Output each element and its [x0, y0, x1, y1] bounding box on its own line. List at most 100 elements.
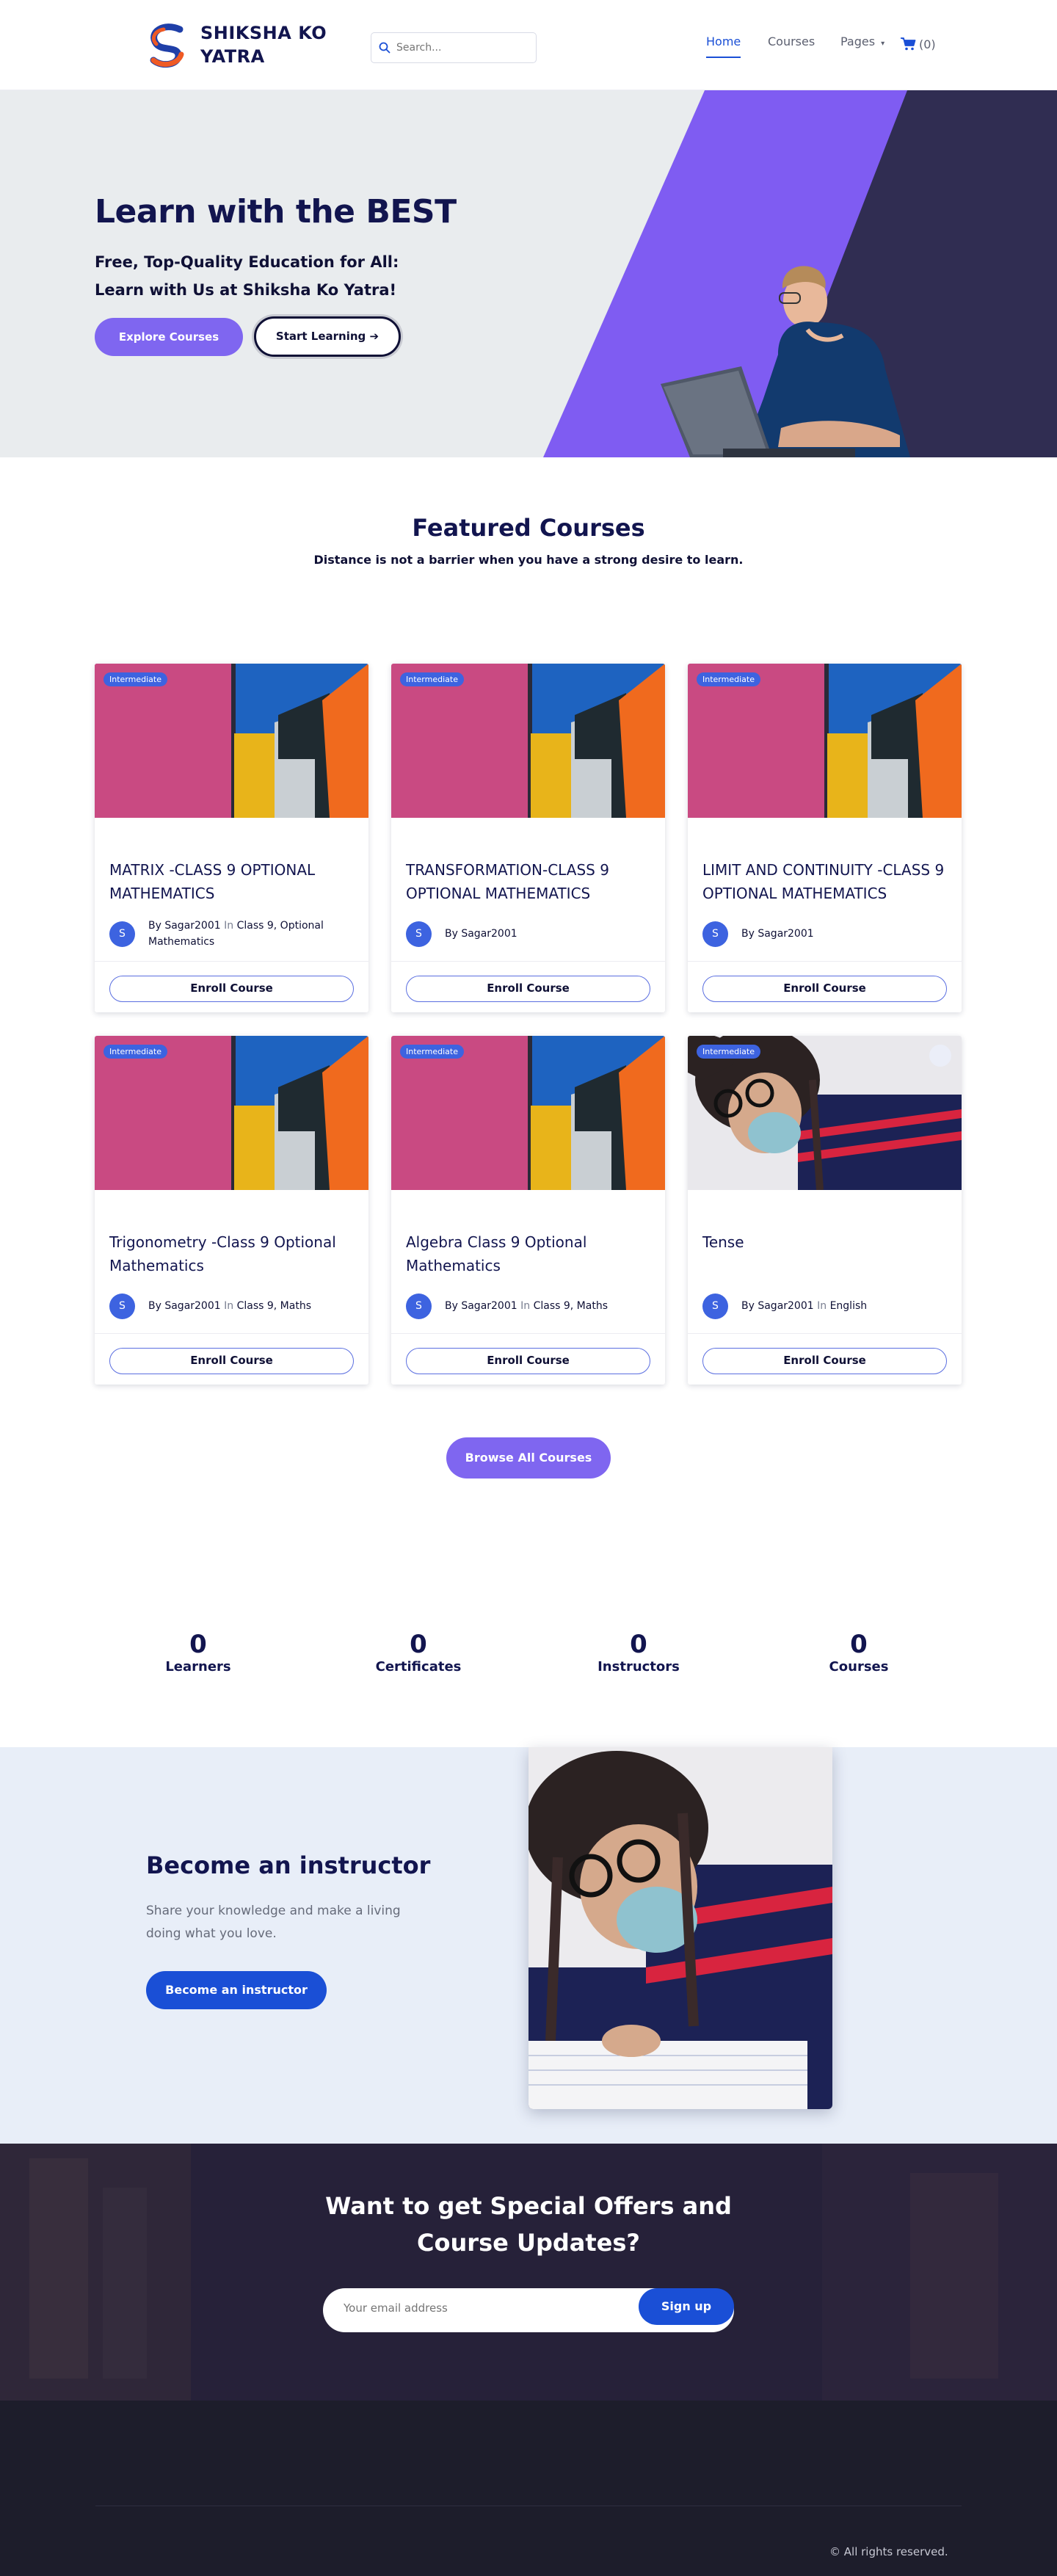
course-thumbnail[interactable]: Intermediate [688, 1036, 962, 1190]
course-thumbnail[interactable]: Intermediate [95, 1036, 368, 1190]
featured-subtitle: Distance is not a barrier when you have … [313, 553, 744, 567]
nav-pages[interactable]: Pages ▾ [840, 35, 885, 54]
avatar: S [109, 921, 135, 947]
course-thumbnail-image [688, 664, 962, 818]
start-learning-button[interactable]: Start Learning ➔ [254, 316, 401, 357]
course-author: S By Sagar2001 [406, 918, 655, 950]
course-author: S By Sagar2001 In English [702, 1290, 952, 1322]
wishlist-icon[interactable] [929, 1045, 951, 1067]
search-icon [379, 42, 391, 54]
level-badge: Intermediate [400, 1045, 464, 1059]
instructor-text: Share your knowledge and make a living d… [146, 1904, 401, 1941]
stat-certificates: 0 Certificates [345, 1628, 492, 1675]
course-card[interactable]: Intermediate MATRIX -CLASS 9 OPTIONAL MA… [95, 664, 368, 1012]
cart-count: (0) [919, 37, 936, 51]
logo-icon [143, 21, 192, 69]
course-card[interactable]: Intermediate TRANSFORMATION-CLASS 9 OPTI… [391, 664, 665, 1012]
become-instructor-button[interactable]: Become an instructor [146, 1971, 327, 2009]
author-in: In [224, 920, 234, 932]
nav-pages-label: Pages [840, 35, 876, 48]
author-name[interactable]: By Sagar2001 [445, 928, 517, 940]
site-footer: © All rights reserved. [0, 2401, 1057, 2576]
author-name[interactable]: By Sagar2001 [741, 1300, 814, 1312]
author-line: By Sagar2001 In Class 9, Maths [148, 1298, 311, 1314]
instructor-image [528, 1747, 832, 2109]
stat-value: 0 [630, 1630, 647, 1659]
divider [95, 961, 368, 962]
avatar: S [406, 1293, 432, 1319]
course-title[interactable]: Trigonometry -Class 9 Optional Mathemati… [109, 1230, 352, 1277]
hero-section: Learn with the BEST Free, Top-Quality Ed… [0, 90, 1057, 457]
search-box[interactable] [371, 32, 537, 63]
course-title[interactable]: Tense [702, 1230, 945, 1254]
author-name[interactable]: By Sagar2001 [741, 928, 814, 940]
course-thumbnail[interactable]: Intermediate [688, 664, 962, 818]
course-author: S By Sagar2001 [702, 918, 952, 950]
instructor-title: Become an instructor [146, 1851, 431, 1879]
course-category[interactable]: English [830, 1300, 868, 1312]
stat-value: 0 [410, 1630, 427, 1659]
newsletter-section: Want to get Special Offers and Course Up… [0, 2144, 1057, 2401]
enroll-button[interactable]: Enroll Course [406, 976, 650, 1002]
course-category[interactable]: Class 9, Maths [237, 1300, 311, 1312]
course-title[interactable]: Algebra Class 9 Optional Mathematics [406, 1230, 648, 1277]
stat-learners: 0 Learners [125, 1628, 272, 1675]
avatar: S [109, 1293, 135, 1319]
course-thumbnail-image [391, 664, 665, 818]
enroll-button[interactable]: Enroll Course [109, 976, 354, 1002]
enroll-button[interactable]: Enroll Course [109, 1348, 354, 1374]
course-title[interactable]: MATRIX -CLASS 9 OPTIONAL MATHEMATICS [109, 858, 352, 905]
stat-value: 0 [189, 1630, 207, 1659]
newsletter-background [0, 2144, 1057, 2401]
enroll-button[interactable]: Enroll Course [406, 1348, 650, 1374]
course-card[interactable]: Intermediate Tense S By Sagar2001 In Eng… [688, 1036, 962, 1385]
nav-home[interactable]: Home [706, 35, 741, 58]
course-thumbnail[interactable]: Intermediate [95, 664, 368, 818]
author-in: In [520, 1300, 531, 1312]
course-thumbnail[interactable]: Intermediate [391, 1036, 665, 1190]
course-card[interactable]: Intermediate Trigonometry -Class 9 Optio… [95, 1036, 368, 1385]
explore-courses-button[interactable]: Explore Courses [95, 318, 243, 356]
stat-label: Courses [829, 1659, 889, 1675]
author-line: By Sagar2001 [445, 926, 517, 942]
author-name[interactable]: By Sagar2001 [148, 1300, 221, 1312]
author-line: By Sagar2001 In Class 9, Optional Mathem… [148, 918, 359, 950]
chevron-down-icon: ▾ [881, 40, 885, 48]
stat-label: Learners [165, 1659, 231, 1675]
enroll-button[interactable]: Enroll Course [702, 976, 947, 1002]
arrow-right-icon: ➔ [369, 330, 379, 343]
author-in: In [224, 1300, 234, 1312]
hero-title: Learn with the BEST [95, 193, 457, 231]
search-input[interactable] [396, 42, 528, 54]
site-logo[interactable]: SHIKSHA KO YATRA [142, 19, 340, 70]
stat-label: Instructors [597, 1659, 680, 1675]
divider [391, 961, 665, 962]
email-field[interactable] [344, 2301, 622, 2315]
course-card[interactable]: Intermediate Algebra Class 9 Optional Ma… [391, 1036, 665, 1385]
course-author: S By Sagar2001 In Class 9, Maths [406, 1290, 655, 1322]
enroll-button[interactable]: Enroll Course [702, 1348, 947, 1374]
course-thumbnail-image [688, 1036, 962, 1190]
start-learning-label: Start Learning [275, 330, 366, 343]
level-badge: Intermediate [400, 672, 464, 686]
stat-label: Certificates [375, 1659, 462, 1675]
featured-title: Featured Courses [412, 514, 645, 542]
author-in: In [817, 1300, 827, 1312]
divider [688, 961, 962, 962]
signup-button[interactable]: Sign up [639, 2288, 734, 2325]
cart-icon [901, 37, 916, 51]
course-card[interactable]: Intermediate LIMIT AND CONTINUITY -CLASS… [688, 664, 962, 1012]
stat-value: 0 [850, 1630, 868, 1659]
author-line: By Sagar2001 [741, 926, 814, 942]
nav-cart[interactable]: (0) [900, 35, 936, 54]
divider [688, 1333, 962, 1334]
course-title[interactable]: TRANSFORMATION-CLASS 9 OPTIONAL MATHEMAT… [406, 858, 648, 905]
course-title[interactable]: LIMIT AND CONTINUITY -CLASS 9 OPTIONAL M… [702, 858, 945, 905]
newsletter-form: Sign up [323, 2288, 734, 2332]
author-name[interactable]: By Sagar2001 [445, 1300, 517, 1312]
author-name[interactable]: By Sagar2001 [148, 920, 221, 932]
nav-courses[interactable]: Courses [768, 35, 815, 54]
course-category[interactable]: Class 9, Maths [534, 1300, 608, 1312]
course-thumbnail[interactable]: Intermediate [391, 664, 665, 818]
browse-all-courses-button[interactable]: Browse All Courses [446, 1437, 611, 1479]
